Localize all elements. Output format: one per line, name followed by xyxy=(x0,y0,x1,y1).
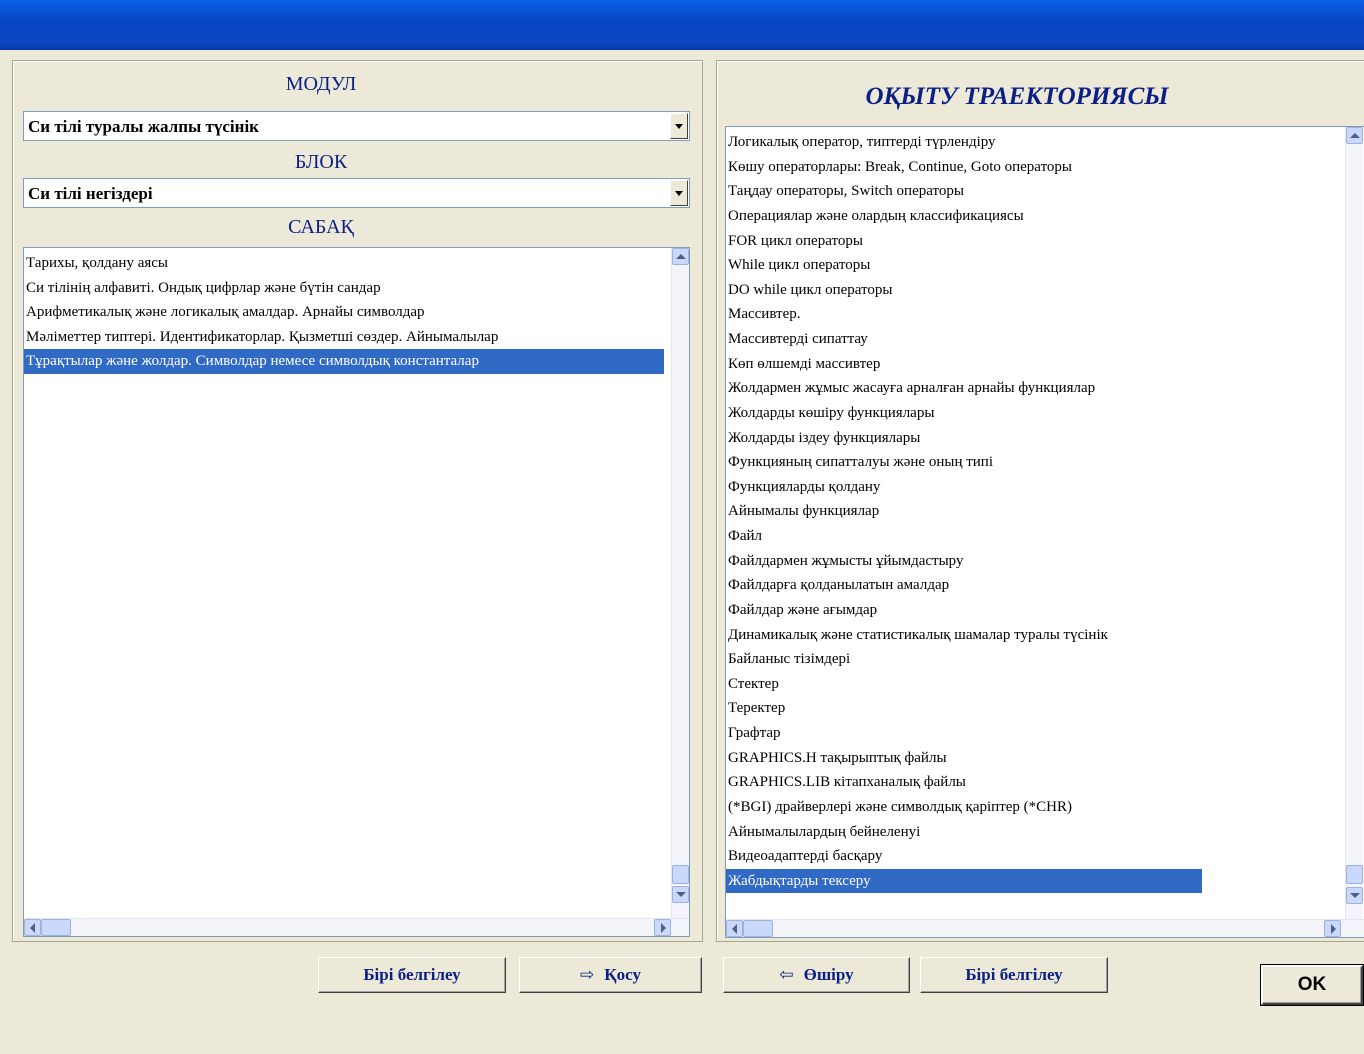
trajectory-list-item[interactable]: Функцияларды қолдану xyxy=(726,475,1202,500)
trajectory-list-item[interactable]: Динамикалық және статистикалық шамалар т… xyxy=(726,623,1202,648)
window-titlebar xyxy=(0,0,1364,50)
scroll-up-icon[interactable] xyxy=(672,248,689,265)
trajectory-list-item[interactable]: Айнымалы функциялар xyxy=(726,499,1202,524)
trajectory-list-item[interactable]: Файлдар және ағымдар xyxy=(726,598,1202,623)
remove-label: Өшіру xyxy=(803,965,854,984)
scroll-right-icon[interactable] xyxy=(654,919,671,936)
trajectory-list-item[interactable]: Графтар xyxy=(726,721,1202,746)
trajectory-list-item[interactable]: Стектер xyxy=(726,672,1202,697)
ok-label: OK xyxy=(1297,974,1327,995)
trajectory-list-item[interactable]: Жолдармен жұмыс жасауға арналған арнайы … xyxy=(726,376,1202,401)
trajectory-list-item[interactable]: GRAPHICS.LIB кітапханалық файлы xyxy=(726,770,1202,795)
scroll-thumb[interactable] xyxy=(41,919,71,936)
scroll-left-icon[interactable] xyxy=(726,920,743,937)
select-all-right-button[interactable]: Бірі белгілеу xyxy=(920,957,1108,993)
chevron-down-icon[interactable] xyxy=(670,113,688,139)
module-label: МОДУЛ xyxy=(285,73,357,95)
trajectory-list-item[interactable]: Байланыс тізімдері xyxy=(726,647,1202,672)
scroll-thumb[interactable] xyxy=(1346,865,1363,884)
trajectory-list-item[interactable]: Функцияның сипатталуы және оның типі xyxy=(726,450,1202,475)
trajectory-list-item[interactable]: Файлдарға қолданылатын амалдар xyxy=(726,573,1202,598)
trajectory-list-item[interactable]: Айнымалылардың бейнеленуі xyxy=(726,820,1202,845)
trajectory-list[interactable]: Логикалық оператор, типтерді түрлендіру К… xyxy=(725,126,1364,938)
block-dropdown[interactable]: Си тілі негіздері xyxy=(23,178,690,208)
trajectory-list-item[interactable]: Логикалық оператор, типтерді түрлендіру xyxy=(726,130,1202,155)
right-panel: ОҚЫТУ ТРАЕКТОРИЯСЫ Логикалық оператор, т… xyxy=(716,60,1364,942)
module-dropdown[interactable]: Си тілі туралы жалпы түсінік xyxy=(23,111,690,141)
add-label: Қосу xyxy=(604,965,641,984)
trajectory-list-item[interactable]: While цикл операторы xyxy=(726,253,1202,278)
trajectory-title: ОҚЫТУ ТРАЕКТОРИЯСЫ xyxy=(865,83,1169,110)
scroll-right-icon[interactable] xyxy=(1324,920,1341,937)
chevron-down-icon[interactable] xyxy=(670,180,688,206)
trajectory-list-item[interactable]: Жабдықтарды тексеру xyxy=(726,868,1202,894)
scroll-left-icon[interactable] xyxy=(24,919,41,936)
trajectory-list-item[interactable]: Видеоадаптерді басқару xyxy=(726,844,1202,869)
trajectory-list-item[interactable]: Көп өлшемді массивтер xyxy=(726,352,1202,377)
ok-button[interactable]: OK xyxy=(1260,964,1364,1006)
block-value: Си тілі негіздері xyxy=(28,184,153,203)
remove-button[interactable]: ⇦ Өшіру xyxy=(723,957,910,993)
trajectory-list-item[interactable]: (*BGI) драйверлері және символдық қаріпт… xyxy=(726,795,1202,820)
select-all-left-button[interactable]: Бірі белгілеу xyxy=(318,957,506,993)
trajectory-list-item[interactable]: FOR цикл операторы xyxy=(726,229,1202,254)
lesson-list[interactable]: Тарихы, қолдану аясы Си тілінің алфавиті.… xyxy=(23,247,690,937)
lesson-list-item[interactable]: Си тілінің алфавиті. Ондық цифрлар және … xyxy=(24,276,664,301)
scroll-down-icon[interactable] xyxy=(1346,887,1363,904)
trajectory-list-item[interactable]: DO while цикл операторы xyxy=(726,278,1202,303)
scroll-thumb[interactable] xyxy=(743,920,773,937)
lesson-list-item[interactable]: Тарихы, қолдану аясы xyxy=(24,251,664,276)
trajectory-list-item[interactable]: Файл xyxy=(726,524,1202,549)
module-value: Си тілі туралы жалпы түсінік xyxy=(28,117,259,136)
left-panel: МОДУЛ Си тілі туралы жалпы түсінік БЛОК … xyxy=(12,60,703,942)
select-all-left-label: Бірі белгілеу xyxy=(363,965,461,984)
trajectory-list-item[interactable]: GRAPHICS.H тақырыптық файлы xyxy=(726,746,1202,771)
lesson-list-item[interactable]: Арифметикалық және логикалық амалдар. Ар… xyxy=(24,300,664,325)
lesson-label: САБАҚ xyxy=(288,216,354,238)
trajectory-hscrollbar[interactable] xyxy=(726,919,1364,937)
scroll-thumb[interactable] xyxy=(672,865,689,884)
scroll-up-icon[interactable] xyxy=(1346,127,1363,144)
trajectory-list-item[interactable]: Жолдарды іздеу функциялары xyxy=(726,426,1202,451)
lesson-hscrollbar[interactable] xyxy=(24,918,689,936)
lesson-list-item[interactable]: Мәліметтер типтері. Идентификаторлар. Қы… xyxy=(24,325,664,350)
select-all-right-label: Бірі белгілеу xyxy=(965,965,1063,984)
add-button[interactable]: ⇨ Қосу xyxy=(519,957,702,993)
trajectory-list-item[interactable]: Жолдарды көшіру функциялары xyxy=(726,401,1202,426)
trajectory-list-item[interactable]: Теректер xyxy=(726,696,1202,721)
trajectory-list-item[interactable]: Операциялар және олардың классификациясы xyxy=(726,204,1202,229)
arrow-left-icon: ⇦ xyxy=(779,965,794,984)
block-label: БЛОК xyxy=(294,151,348,173)
scroll-down-icon[interactable] xyxy=(672,886,689,903)
trajectory-list-item[interactable]: Массивтерді сипаттау xyxy=(726,327,1202,352)
trajectory-list-item[interactable]: Көшу операторлары: Break, Continue, Goto… xyxy=(726,155,1202,180)
trajectory-vscrollbar[interactable] xyxy=(1345,127,1363,922)
trajectory-list-item[interactable]: Массивтер. xyxy=(726,302,1202,327)
trajectory-list-item[interactable]: Таңдау операторы, Switch операторы xyxy=(726,179,1202,204)
lesson-vscrollbar[interactable] xyxy=(671,248,689,921)
lesson-list-item[interactable]: Тұрақтылар және жолдар. Символдар немесе… xyxy=(24,349,664,374)
trajectory-list-item[interactable]: Файлдармен жұмысты ұйымдастыру xyxy=(726,549,1202,574)
arrow-right-icon: ⇨ xyxy=(580,965,595,984)
